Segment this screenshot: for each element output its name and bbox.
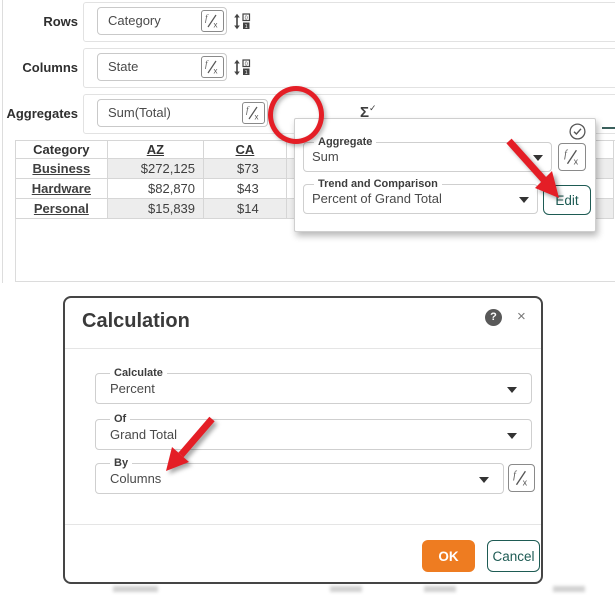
annotation-circle — [268, 86, 324, 144]
rows-label: Rows — [0, 2, 78, 42]
annotation-arrow-columns — [150, 405, 230, 485]
svg-text:f: f — [205, 13, 209, 23]
formula-icon: fx — [245, 105, 262, 121]
app-screen: Rows Category fx 10 Columns State fx 10 … — [0, 0, 615, 595]
formula-icon: fx — [204, 13, 221, 29]
formula-icon: fx — [512, 469, 531, 487]
annotation-arrow-edit — [495, 128, 575, 213]
row-label-business[interactable]: Business — [16, 159, 108, 179]
svg-text:f: f — [246, 105, 250, 115]
close-icon[interactable]: × — [517, 308, 526, 326]
svg-text:0: 0 — [245, 61, 248, 67]
column-header-az[interactable]: AZ — [107, 141, 203, 159]
aggregates-label: Aggregates — [0, 94, 78, 134]
cell-value: $15,839 — [107, 199, 203, 219]
cell-value-clipped: $73 — [204, 159, 287, 179]
calculate-value: Percent — [110, 374, 505, 403]
rows-formula-button[interactable]: fx — [201, 10, 224, 32]
obscured-content-fragment — [330, 586, 362, 592]
formula-icon: fx — [204, 59, 221, 75]
chevron-down-icon — [507, 433, 517, 439]
cancel-button[interactable]: Cancel — [487, 540, 540, 572]
svg-text:x: x — [214, 21, 218, 30]
dialog-divider — [65, 348, 541, 349]
columns-label: Columns — [0, 48, 78, 88]
help-icon[interactable]: ? — [485, 309, 502, 326]
check-icon: ✓ — [369, 103, 376, 113]
obscured-content-fragment — [553, 586, 585, 592]
column-header-ca[interactable]: CA — [204, 141, 287, 159]
svg-text:f: f — [513, 470, 517, 481]
obscured-content-fragment — [113, 586, 158, 592]
row-label-hardware[interactable]: Hardware — [16, 179, 108, 199]
calculation-dialog: Calculation ? × Calculate Percent Of Gra… — [63, 296, 543, 584]
column-header-category[interactable]: Category — [16, 141, 108, 159]
by-formula-button[interactable]: fx — [508, 464, 535, 492]
cell-value-clipped: $14 — [204, 199, 287, 219]
columns-formula-button[interactable]: fx — [201, 56, 224, 78]
aggregate-dropdown-value: Sum — [312, 143, 525, 171]
dialog-title: Calculation — [82, 310, 190, 333]
aggregates-formula-button[interactable]: fx — [242, 102, 265, 124]
sort-icon[interactable]: 10 — [233, 58, 251, 77]
svg-text:x: x — [214, 67, 218, 76]
cell-value-clipped: $43 — [204, 179, 287, 199]
obscured-content-fragment — [424, 586, 456, 592]
svg-text:0: 0 — [245, 15, 248, 21]
svg-text:1: 1 — [245, 70, 248, 76]
row-label-personal[interactable]: Personal — [16, 199, 108, 219]
container-border — [2, 0, 3, 283]
svg-text:x: x — [255, 113, 259, 122]
sort-icon[interactable]: 10 — [233, 12, 251, 31]
trend-comparison-value: Percent of Grand Total — [312, 185, 511, 213]
chevron-down-icon — [507, 387, 517, 393]
svg-text:f: f — [205, 59, 209, 69]
svg-text:x: x — [523, 477, 528, 487]
calculate-dropdown[interactable]: Calculate Percent — [95, 373, 532, 404]
cell-value: $272,125 — [107, 159, 203, 179]
row-border-fragment — [602, 127, 615, 129]
ok-button[interactable]: OK — [422, 540, 475, 572]
footer-divider — [65, 524, 541, 525]
svg-text:1: 1 — [245, 24, 248, 30]
cell-value: $82,870 — [107, 179, 203, 199]
chevron-down-icon — [479, 477, 489, 483]
